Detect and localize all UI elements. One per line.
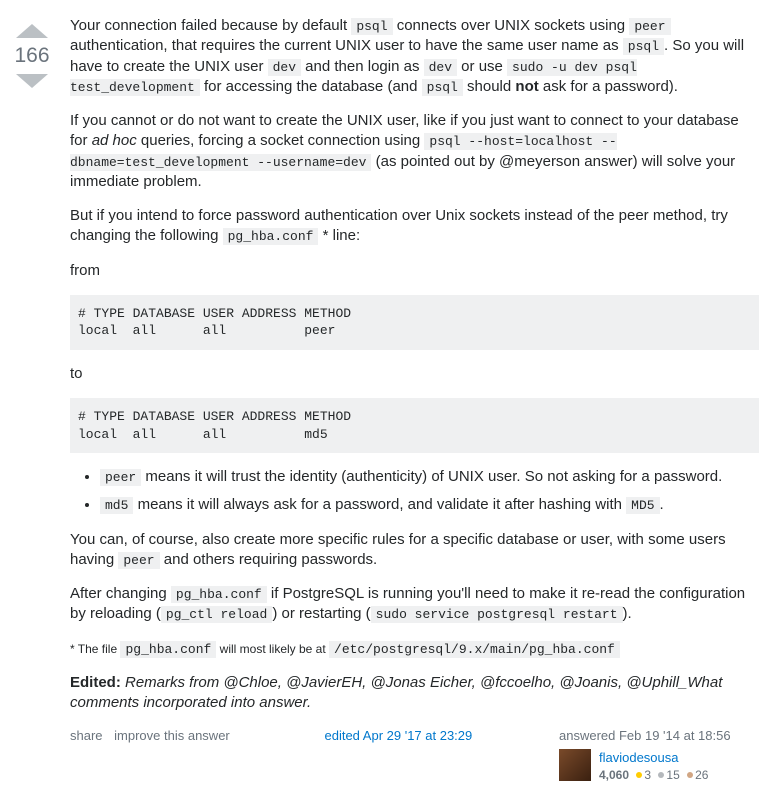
paragraph: If you cannot or do not want to create t… — [70, 111, 759, 192]
list-item: peer means it will trust the identity (a… — [100, 467, 759, 487]
answered-time: answered Feb 19 '14 at 18:56 — [559, 727, 759, 745]
bullet-list: peer means it will trust the identity (a… — [70, 467, 759, 516]
silver-badge-icon — [658, 772, 664, 778]
list-item: md5 means it will always ask for a passw… — [100, 495, 759, 515]
code-inline: sudo service postgresql restart — [371, 606, 623, 623]
gold-badge-icon — [636, 772, 642, 778]
downvote-button[interactable] — [10, 72, 54, 92]
edited-paragraph: Edited: Remarks from @Chloe, @JavierEH, … — [70, 673, 759, 714]
paragraph: Your connection failed because by defaul… — [70, 16, 759, 97]
vote-cell: 166 — [10, 16, 54, 783]
code-inline: psql — [623, 38, 664, 55]
code-inline: psql — [422, 79, 463, 96]
code-inline: pg_hba.conf — [223, 228, 319, 245]
user-card: answered Feb 19 '14 at 18:56 flaviodesou… — [559, 727, 759, 782]
code-inline: psql — [351, 18, 392, 35]
code-inline: dev — [268, 59, 301, 76]
paragraph: But if you intend to force password auth… — [70, 206, 759, 247]
code-inline: md5 — [100, 497, 133, 514]
improve-link[interactable]: improve this answer — [114, 728, 230, 743]
paragraph: After changing pg_hba.conf if PostgreSQL… — [70, 584, 759, 625]
share-link[interactable]: share — [70, 728, 103, 743]
code-inline: /etc/postgresql/9.x/main/pg_hba.conf — [329, 641, 620, 658]
menu-links: share improve this answer — [70, 727, 238, 782]
code-inline: peer — [100, 469, 141, 486]
paragraph: You can, of course, also create more spe… — [70, 530, 759, 571]
user-name-link[interactable]: flaviodesousa — [599, 749, 708, 767]
code-inline: pg_hba.conf — [171, 586, 267, 603]
avatar[interactable] — [559, 749, 591, 781]
bronze-badge-icon — [687, 772, 693, 778]
code-block-to: # TYPE DATABASE USER ADDRESS METHOD loca… — [70, 398, 759, 453]
edited-link[interactable]: edited Apr 29 '17 at 23:29 — [324, 727, 472, 782]
code-inline: pg_hba.conf — [120, 641, 216, 658]
code-block-from: # TYPE DATABASE USER ADDRESS METHOD loca… — [70, 295, 759, 350]
label-to: to — [70, 364, 759, 384]
answer-post: 166 Your connection failed because by de… — [10, 16, 759, 783]
post-menu: share improve this answer edited Apr 29 … — [70, 727, 759, 782]
user-stats: 4,060 3 15 26 — [599, 767, 708, 783]
code-inline: pg_ctl reload — [161, 606, 272, 623]
vote-count: 166 — [10, 44, 54, 68]
label-from: from — [70, 261, 759, 281]
code-inline: peer — [629, 18, 670, 35]
code-inline: MD5 — [626, 497, 659, 514]
code-inline: peer — [118, 552, 159, 569]
upvote-button[interactable] — [10, 20, 54, 40]
code-inline: dev — [424, 59, 457, 76]
footnote: * The file pg_hba.conf will most likely … — [70, 639, 759, 659]
post-body: Your connection failed because by defaul… — [70, 16, 759, 783]
